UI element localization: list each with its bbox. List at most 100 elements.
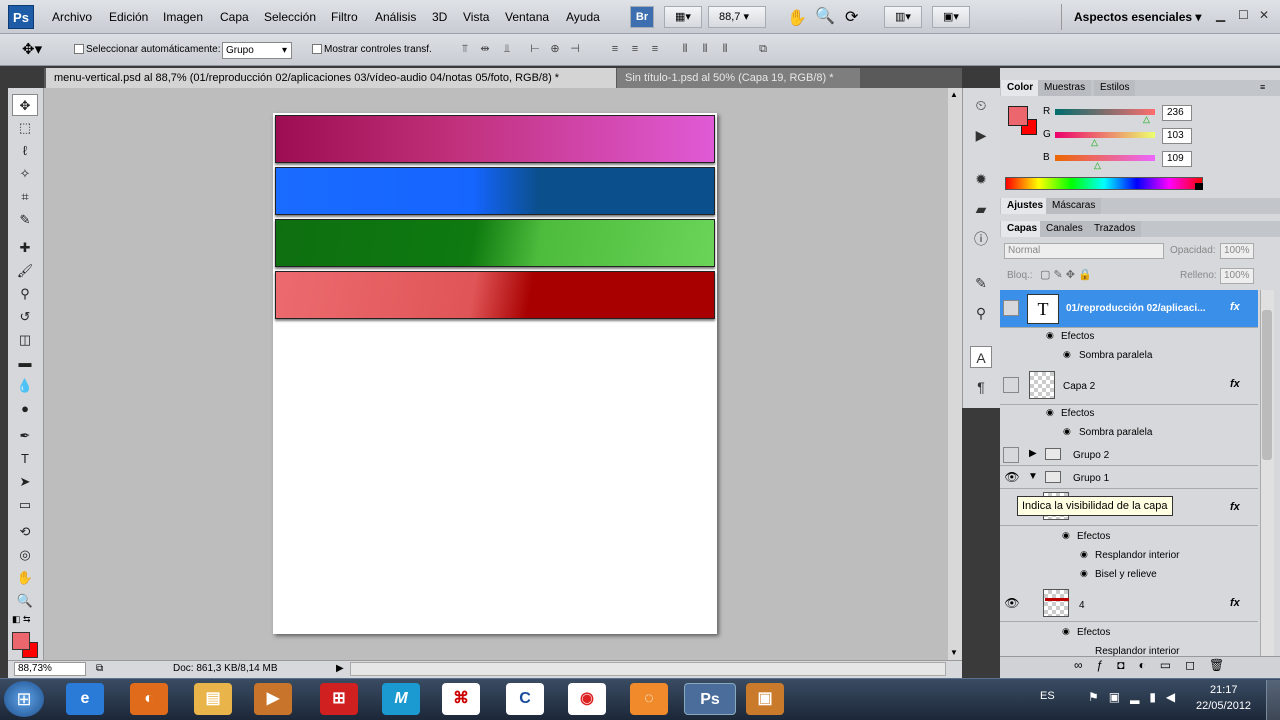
panel-menu-icon[interactable]: ≡ (1260, 82, 1265, 92)
menu-archivo[interactable]: Archivo (52, 10, 92, 24)
3d-rotate-icon[interactable]: ⟲ (12, 521, 38, 543)
layer-row-grupo-2[interactable] (1000, 444, 1258, 466)
menu-bar-blue[interactable] (275, 167, 715, 215)
menu-filtro[interactable]: Filtro (331, 10, 358, 24)
rotate-view-icon[interactable]: ⟳ (845, 7, 858, 27)
g-value-input[interactable]: 103 (1162, 128, 1192, 144)
expand-arrow-icon[interactable]: ▶ (1029, 448, 1037, 459)
character-panel-icon[interactable]: A (970, 346, 992, 368)
marquee-tool-icon[interactable]: ⬚ (12, 117, 38, 139)
healing-brush-icon[interactable]: ✚ (12, 237, 38, 259)
fx-icon[interactable]: fx (1230, 378, 1240, 390)
app-target-icon[interactable]: ◉ (568, 683, 606, 715)
b-slider[interactable] (1055, 155, 1155, 161)
acrobat-icon[interactable]: ⌘ (442, 683, 480, 715)
opacity-input[interactable]: 100% (1220, 243, 1254, 259)
distribute-top-icon[interactable]: ≡ (608, 43, 622, 56)
fg-color-chip[interactable] (1008, 106, 1028, 126)
layers-scroll-thumb[interactable] (1262, 310, 1272, 460)
move-tool-preset-icon[interactable]: ✥▾ (22, 40, 42, 58)
horizontal-scrollbar[interactable] (350, 662, 946, 676)
blend-mode-select[interactable]: Normal (1004, 243, 1164, 259)
history-brush-icon[interactable]: ↺ (12, 306, 38, 328)
r-slider[interactable] (1055, 109, 1155, 115)
visibility-toggle[interactable] (1003, 447, 1019, 463)
fx-icon[interactable]: fx (1230, 501, 1240, 513)
b-slider-thumb[interactable]: △ (1094, 160, 1101, 171)
workspace-switcher[interactable]: Aspectos esenciales ▾ (1074, 10, 1201, 24)
type-tool-icon[interactable]: T (12, 448, 38, 470)
info-panel-icon[interactable]: ⓘ (970, 228, 992, 250)
history-panel-icon[interactable]: ⏲ (970, 94, 992, 116)
language-indicator[interactable]: ES (1040, 690, 1055, 702)
g-slider[interactable] (1055, 132, 1155, 138)
menu-ayuda[interactable]: Ayuda (566, 10, 600, 24)
show-desktop-button[interactable] (1266, 680, 1280, 720)
screen-mode-button[interactable]: ▣▾ (932, 6, 970, 28)
auto-select-dropdown[interactable]: Grupo ▾ (222, 42, 292, 59)
align-top-icon[interactable]: ⫪ (458, 43, 472, 56)
paragraph-panel-icon[interactable]: ¶ (970, 376, 992, 398)
auto-select-checkbox[interactable] (74, 44, 84, 54)
clock-time[interactable]: 21:17 (1210, 684, 1238, 696)
menu-analisis[interactable]: Análisis (375, 10, 416, 24)
start-button-icon[interactable]: ⊞ (4, 681, 44, 717)
effect-eye-icon[interactable]: ◉ (1063, 349, 1071, 360)
zoom-tool-icon[interactable]: 🔍 (12, 590, 38, 612)
clone-stamp-icon[interactable]: ⚲ (12, 283, 38, 305)
status-arrow-icon[interactable]: ▶ (336, 663, 344, 674)
layer-name[interactable]: 01/reproducción 02/aplicaci... (1066, 303, 1226, 314)
view-extras-button[interactable]: ▦▾ (664, 6, 702, 28)
explorer-folder-icon[interactable]: ▤ (194, 683, 232, 715)
visibility-toggle[interactable] (1003, 300, 1019, 316)
menu-bar-pink[interactable] (275, 115, 715, 163)
vertical-scrollbar[interactable] (948, 88, 962, 660)
layer-row-4[interactable] (1000, 586, 1258, 622)
b-value-input[interactable]: 109 (1162, 151, 1192, 167)
show-transform-checkbox[interactable] (312, 44, 322, 54)
foreground-color-swatch-fill[interactable] (12, 632, 30, 650)
brush-tool-icon[interactable]: 🖌 (12, 260, 38, 282)
r-value-input[interactable]: 236 (1162, 105, 1192, 121)
eraser-tool-icon[interactable]: ◫ (12, 329, 38, 351)
default-colors-icon[interactable]: ◧ ⇆ (12, 614, 31, 625)
tab-muestras[interactable]: Muestras (1038, 80, 1092, 96)
g-slider-thumb[interactable]: △ (1091, 137, 1098, 148)
effect-eye-icon[interactable]: ◉ (1062, 626, 1070, 637)
collapse-arrow-icon[interactable]: ▼ (1028, 471, 1038, 482)
move-tool-icon[interactable]: ✥ (12, 94, 38, 116)
lock-icons[interactable]: ▢ ✎ ✥ 🔒 (1040, 268, 1092, 281)
distribute-vcenter-icon[interactable]: ≡ (628, 43, 642, 56)
bridge-button[interactable]: Br (630, 6, 654, 28)
effect-eye-icon[interactable]: ◉ (1080, 568, 1088, 579)
menu-bar-green[interactable] (275, 219, 715, 267)
tray-icons[interactable]: ⚑▣▂▮◀ (1088, 690, 1185, 704)
tab-menu-vertical[interactable]: menu-vertical.psd al 88,7% (01/reproducc… (46, 68, 616, 88)
align-bottom-icon[interactable]: ⫫ (500, 43, 514, 56)
zoom-status-field[interactable]: 88,73% (14, 662, 86, 676)
actions-panel-icon[interactable]: ▶ (970, 124, 992, 146)
r-slider-thumb[interactable]: △ (1143, 114, 1150, 125)
maximize-icon[interactable]: ☐ (1238, 8, 1249, 22)
menu-imagen[interactable]: Imagen (163, 10, 203, 24)
effect-eye-icon[interactable]: ◉ (1062, 530, 1070, 541)
app-red-icon[interactable]: ⊞ (320, 683, 358, 715)
zoom-tool-icon[interactable]: 🔍 (815, 6, 835, 26)
tab-trazados[interactable]: Trazados (1088, 221, 1142, 237)
menu-capa[interactable]: Capa (220, 10, 249, 24)
fx-icon[interactable]: fx (1230, 597, 1240, 609)
fx-icon[interactable]: fx (1230, 301, 1240, 313)
eyedropper-icon[interactable]: ✎ (12, 209, 38, 231)
dodge-tool-icon[interactable]: ● (12, 398, 38, 420)
clock-date[interactable]: 22/05/2012 (1196, 700, 1251, 712)
close-icon[interactable]: ✕ (1259, 8, 1269, 22)
menu-vista[interactable]: Vista (463, 10, 489, 24)
hand-tool-icon[interactable]: ✋ (12, 567, 38, 589)
menu-seleccion[interactable]: Selección (264, 10, 316, 24)
tab-mascaras[interactable]: Máscaras (1046, 198, 1102, 214)
layer-footer-icons[interactable]: ∞ƒ◘◐▭◻🗑 (1074, 658, 1238, 672)
effect-eye-icon[interactable]: ◉ (1063, 426, 1071, 437)
internet-explorer-icon[interactable]: e (66, 683, 104, 715)
media-player-icon[interactable]: ▶ (254, 683, 292, 715)
arrange-documents-button[interactable]: ▥▾ (884, 6, 922, 28)
